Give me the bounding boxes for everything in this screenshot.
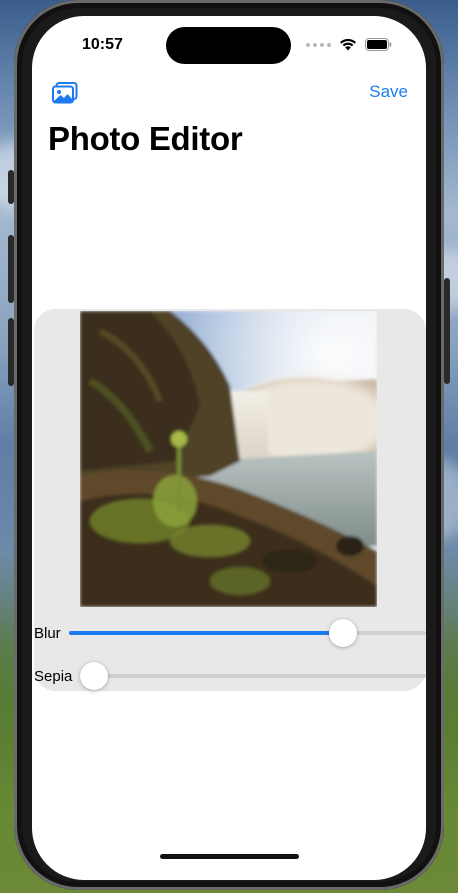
photo-preview — [80, 311, 377, 607]
phone-screen: 10:57 Save Photo Editor Blur Sepia — [32, 16, 426, 880]
sepia-slider-track[interactable] — [80, 662, 426, 690]
blur-label: Blur — [34, 624, 61, 642]
status-icons — [306, 38, 392, 51]
action-button — [8, 170, 14, 204]
volume-up-button — [8, 235, 14, 303]
editor-panel: Blur Sepia — [34, 309, 426, 691]
power-button — [444, 278, 450, 384]
save-button[interactable]: Save — [369, 82, 408, 102]
blur-slider-track[interactable] — [68, 619, 426, 647]
photo-library-icon[interactable] — [52, 82, 78, 104]
page-title: Photo Editor — [48, 120, 243, 157]
blur-control: Blur — [34, 618, 426, 648]
home-indicator[interactable] — [160, 854, 299, 859]
sepia-label: Sepia — [34, 667, 73, 685]
sepia-slider-thumb[interactable] — [80, 662, 109, 690]
volume-down-button — [8, 318, 14, 386]
dynamic-island — [166, 27, 291, 64]
sepia-control: Sepia — [34, 661, 426, 691]
wifi-icon — [340, 38, 356, 51]
blur-slider-thumb[interactable] — [328, 619, 357, 647]
cellular-signal-icon — [306, 42, 331, 47]
blur-slider-fill — [68, 631, 343, 635]
battery-icon — [365, 38, 392, 51]
status-time: 10:57 — [82, 36, 123, 53]
